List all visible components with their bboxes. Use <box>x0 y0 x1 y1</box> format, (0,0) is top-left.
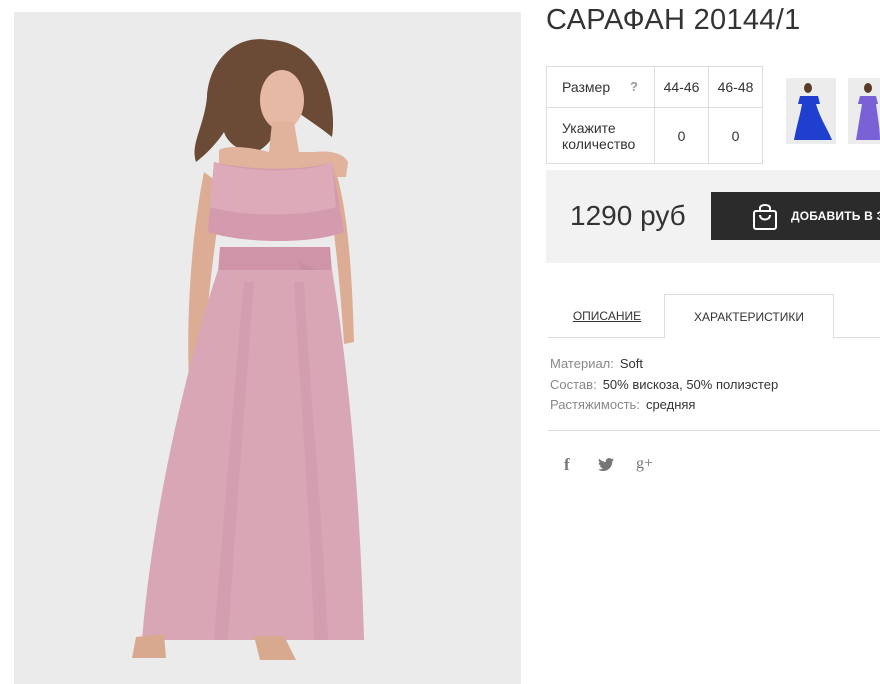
quantity-input-44-46[interactable]: 0 <box>654 107 709 164</box>
product-price: 1290 руб <box>570 200 686 231</box>
add-to-cart-label: ДОБАВИТЬ В З <box>791 209 880 223</box>
product-title: САРАФАН 20144/1 <box>546 4 801 36</box>
size-label-cell: Размер ? <box>546 66 655 108</box>
quantity-input-46-48[interactable]: 0 <box>708 107 763 164</box>
quantity-label-cell: Укажите количество <box>546 107 655 164</box>
size-help-icon[interactable]: ? <box>630 79 638 94</box>
section-divider <box>548 430 880 431</box>
add-to-cart-button[interactable]: ДОБАВИТЬ В З <box>711 192 880 240</box>
size-option-46-48: 46-48 <box>708 66 763 108</box>
size-table: Размер ? 44-46 46-48 Укажите количество … <box>546 66 763 164</box>
spec-stretch-value: средняя <box>645 397 696 412</box>
facebook-icon[interactable]: f <box>564 455 570 475</box>
spec-composition: Состав: 50% вискоза, 50% полиэстер <box>550 377 778 392</box>
size-option-44-46: 44-46 <box>654 66 709 108</box>
spec-stretch-key: Растяжимость: <box>550 397 640 412</box>
tab-characteristics-label: ХАРАКТЕРИСТИКИ <box>693 310 804 324</box>
spec-material-value: Soft <box>619 356 644 371</box>
tab-characteristics[interactable]: ХАРАКТЕРИСТИКИ <box>664 294 834 339</box>
shopping-bag-icon <box>753 204 777 230</box>
spec-material: Материал: Soft <box>550 356 643 371</box>
tab-description-label: ОПИСАНИЕ <box>572 309 642 323</box>
thumb-blue-dress[interactable] <box>786 78 836 144</box>
spec-composition-key: Состав: <box>550 377 597 392</box>
price-panel: 1290 руб ДОБАВИТЬ В З <box>546 170 880 263</box>
size-label: Размер <box>562 79 611 95</box>
quantity-row: Укажите количество 0 0 <box>546 107 763 164</box>
tab-description[interactable]: ОПИСАНИЕ <box>548 294 666 338</box>
twitter-icon[interactable] <box>598 458 614 475</box>
spec-composition-value: 50% вискоза, 50% полиэстер <box>602 377 779 392</box>
thumb-violet-dress[interactable] <box>848 78 880 144</box>
product-main-photo[interactable] <box>14 12 521 684</box>
spec-stretch: Растяжимость: средняя <box>550 397 695 412</box>
quantity-label-line1: Укажите <box>562 119 616 136</box>
google-plus-icon[interactable]: g+ <box>636 455 653 473</box>
size-row: Размер ? 44-46 46-48 <box>546 66 763 108</box>
quantity-label-line2: количество <box>562 135 636 152</box>
spec-material-key: Материал: <box>550 356 614 371</box>
